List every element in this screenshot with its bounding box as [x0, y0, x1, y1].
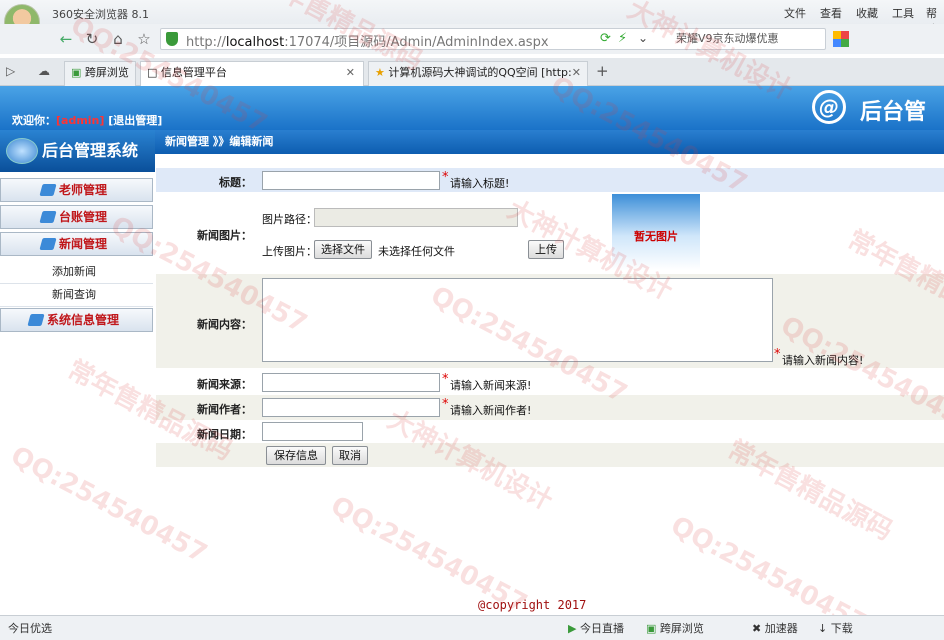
author-input[interactable]: [262, 398, 440, 417]
menu-tools[interactable]: 工具: [892, 5, 914, 21]
welcome-text: 欢迎你：[admin] [退出管理]: [12, 114, 163, 127]
banner-logo-icon: @: [812, 90, 846, 124]
image-path-label: 图片路径：: [262, 213, 317, 226]
home-icon[interactable]: ⌂: [108, 29, 128, 49]
refresh-page-icon[interactable]: ⟳: [600, 31, 611, 46]
copyright: @copyright 2017: [478, 598, 587, 612]
chevron-down-icon[interactable]: ⌄: [638, 31, 648, 45]
search-input[interactable]: 荣耀V9京东动爆优惠: [676, 29, 841, 49]
source-label: 新闻来源：: [197, 378, 252, 391]
title-input[interactable]: [262, 171, 440, 190]
menu-item-icon: [39, 184, 57, 196]
upload-button[interactable]: 上传: [528, 240, 564, 259]
image-path-input: [314, 208, 518, 227]
browser-name: 360安全浏览器 8.1: [52, 8, 149, 21]
title-label: 标题：: [219, 176, 252, 189]
sidebar-item-teachers[interactable]: 老师管理: [0, 178, 153, 202]
status-cross-screen[interactable]: ▣ 跨屏浏览: [646, 620, 704, 636]
upload-label: 上传图片：: [262, 245, 317, 258]
status-accelerator[interactable]: ✖ 加速器: [752, 620, 798, 636]
date-input[interactable]: [262, 422, 363, 441]
required-mark: *: [774, 347, 781, 362]
apps-icon[interactable]: [833, 31, 849, 47]
image-label: 新闻图片：: [197, 229, 252, 242]
admin-user-link[interactable]: [admin]: [56, 114, 104, 127]
banner-title: 后台管: [860, 100, 927, 125]
status-bar: [0, 615, 944, 640]
title-hint: 请输入标题!: [450, 177, 510, 190]
url-text[interactable]: http://localhost:17074/项目源码/Admin/AdminI…: [186, 31, 549, 50]
speed-icon[interactable]: ⚡: [618, 31, 627, 46]
cloud-icon[interactable]: ☁: [38, 64, 50, 78]
content-textarea[interactable]: [262, 278, 773, 362]
sidebar-logo-icon: [6, 138, 38, 164]
choose-file-button[interactable]: 选择文件: [314, 240, 372, 259]
image-preview: 暂无图片: [612, 194, 700, 270]
status-download[interactable]: ↓ 下载: [818, 620, 853, 636]
required-mark: *: [442, 397, 449, 412]
status-today-picks[interactable]: 今日优选: [8, 620, 52, 636]
sidebar-item-system-info[interactable]: 系统信息管理: [0, 308, 153, 332]
required-mark: *: [442, 372, 449, 387]
sidebar-subitem-news-query[interactable]: 新闻查询: [0, 284, 153, 307]
content-label: 新闻内容：: [197, 318, 252, 331]
breadcrumb: 新闻管理 》》编辑新闻: [155, 130, 944, 154]
status-live[interactable]: ▶ 今日直播: [568, 620, 624, 636]
source-hint: 请输入新闻来源!: [450, 379, 532, 392]
cancel-button[interactable]: 取消: [332, 446, 368, 465]
date-label: 新闻日期：: [197, 428, 252, 441]
menu-file[interactable]: 文件: [784, 5, 806, 21]
source-input[interactable]: [262, 373, 440, 392]
tab-qq-space[interactable]: ★ 计算机源码大神调试的QQ空间 [http: ✕: [368, 61, 588, 86]
new-tab-button[interactable]: +: [596, 62, 609, 80]
menu-view[interactable]: 查看: [820, 5, 842, 21]
sidebar-toggle-icon[interactable]: ▷: [6, 64, 15, 78]
author-hint: 请输入新闻作者!: [450, 404, 532, 417]
tab-info-platform[interactable]: □ 信息管理平台 ✕: [140, 61, 364, 86]
star-icon[interactable]: ☆: [134, 29, 154, 49]
sidebar: 老师管理 台账管理 新闻管理 添加新闻 新闻查询 系统信息管理: [0, 172, 155, 612]
author-label: 新闻作者：: [197, 403, 252, 416]
content-hint: 请输入新闻内容!: [782, 354, 864, 367]
tab-cross-screen[interactable]: ▣ 跨屏浏览: [64, 61, 136, 86]
no-file-text: 未选择任何文件: [378, 245, 455, 258]
required-mark: *: [442, 170, 449, 185]
shield-icon: [166, 32, 178, 46]
menu-favorites[interactable]: 收藏: [856, 5, 878, 21]
logout-link[interactable]: [退出管理]: [108, 114, 162, 127]
sidebar-item-news[interactable]: 新闻管理: [0, 232, 153, 256]
menu-item-icon: [39, 238, 57, 250]
back-icon[interactable]: ←: [56, 29, 76, 49]
refresh-icon[interactable]: ↻: [82, 29, 102, 49]
menu-item-icon: [27, 314, 45, 326]
menu-item-icon: [39, 211, 57, 223]
save-button[interactable]: 保存信息: [266, 446, 326, 465]
sidebar-subitem-add-news[interactable]: 添加新闻: [0, 261, 153, 284]
sidebar-item-ledger[interactable]: 台账管理: [0, 205, 153, 229]
